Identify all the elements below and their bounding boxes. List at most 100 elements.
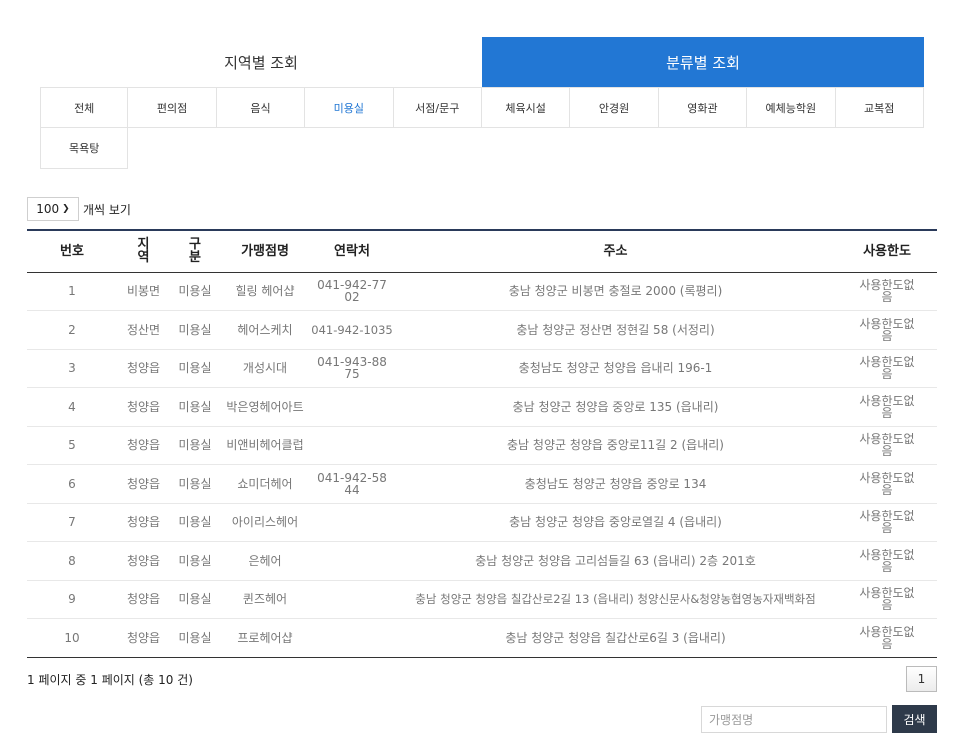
cell-no: 1 bbox=[27, 272, 117, 311]
cell-phone bbox=[310, 618, 394, 658]
cell-limit: 사용한도없음 bbox=[837, 503, 937, 542]
cell-no: 9 bbox=[27, 580, 117, 619]
cell-no: 4 bbox=[27, 387, 117, 427]
search-button[interactable]: 검색 bbox=[892, 705, 937, 733]
cell-merchant-name[interactable]: 헤어스케치 bbox=[220, 310, 310, 350]
cell-region: 청양읍 bbox=[117, 618, 170, 658]
cell-limit: 사용한도없음 bbox=[837, 349, 937, 388]
table-row: 8 청양읍 미용실 은헤어 충남 청양군 청양읍 고리섬들길 63 (읍내리) … bbox=[27, 541, 937, 581]
cell-merchant-name[interactable]: 비앤비헤어클럽 bbox=[220, 426, 310, 465]
table-row: 9 청양읍 미용실 퀸즈헤어 충남 청양군 청양읍 칠갑산로2길 13 (읍내리… bbox=[27, 580, 937, 619]
cell-no: 2 bbox=[27, 310, 117, 350]
cell-merchant-name[interactable]: 쇼미더헤어 bbox=[220, 464, 310, 504]
cell-no: 5 bbox=[27, 426, 117, 465]
cell-address: 충남 청양군 청양읍 칠갑산로2길 13 (읍내리) 청양신문사&청양농협영농자… bbox=[394, 580, 837, 619]
category-all[interactable]: 전체 bbox=[40, 87, 129, 128]
cell-merchant-name[interactable]: 프로헤어샵 bbox=[220, 618, 310, 658]
category-bathhouse[interactable]: 목욕탕 bbox=[40, 128, 129, 169]
page-size-select[interactable]: 100 ❯ bbox=[27, 197, 79, 221]
cell-region: 청양읍 bbox=[117, 503, 170, 542]
category-optician[interactable]: 안경원 bbox=[570, 87, 659, 128]
category-uniform-shop[interactable]: 교복점 bbox=[835, 87, 924, 128]
cell-kind: 미용실 bbox=[170, 310, 220, 350]
header-region: 지역 bbox=[117, 229, 170, 273]
header-name: 가맹점명 bbox=[220, 229, 310, 273]
cell-address: 충남 청양군 청양읍 중앙로 135 (읍내리) bbox=[394, 387, 837, 427]
header-phone: 연락처 bbox=[310, 229, 394, 273]
merchant-search-input[interactable] bbox=[701, 706, 887, 733]
cell-no: 6 bbox=[27, 464, 117, 504]
cell-merchant-name[interactable]: 박은영헤어아트 bbox=[220, 387, 310, 427]
table-row: 3 청양읍 미용실 개성시대 041-943-8875 충청남도 청양군 청양읍… bbox=[27, 349, 937, 388]
cell-region: 정산면 bbox=[117, 310, 170, 350]
cell-limit: 사용한도없음 bbox=[837, 618, 937, 658]
cell-limit: 사용한도없음 bbox=[837, 310, 937, 350]
cell-address: 충남 청양군 청양읍 중앙로열길 4 (읍내리) bbox=[394, 503, 837, 542]
cell-kind: 미용실 bbox=[170, 349, 220, 388]
header-limit: 사용한도 bbox=[837, 229, 937, 273]
cell-region: 청양읍 bbox=[117, 387, 170, 427]
table-row: 6 청양읍 미용실 쇼미더헤어 041-942-5844 충청남도 청양군 청양… bbox=[27, 464, 937, 504]
category-cinema[interactable]: 영화관 bbox=[658, 87, 748, 128]
tab-region-view[interactable]: 지역별 조회 bbox=[40, 37, 482, 87]
table-row: 4 청양읍 미용실 박은영헤어아트 충남 청양군 청양읍 중앙로 135 (읍내… bbox=[27, 387, 937, 427]
cell-no: 10 bbox=[27, 618, 117, 658]
cell-no: 7 bbox=[27, 503, 117, 542]
cell-phone bbox=[310, 503, 394, 542]
cell-limit: 사용한도없음 bbox=[837, 464, 937, 504]
cell-phone: 041-942-5844 bbox=[310, 464, 394, 504]
cell-phone bbox=[310, 580, 394, 619]
table-header-row: 번호 지역 구분 가맹점명 연락처 주소 사용한도 bbox=[27, 229, 937, 273]
cell-kind: 미용실 bbox=[170, 580, 220, 619]
page-size-value: 100 bbox=[36, 202, 60, 216]
table-row: 1 비봉면 미용실 힐링 헤어샵 041-942-7702 충남 청양군 비봉면… bbox=[27, 272, 937, 311]
cell-address: 충남 청양군 정산면 정현길 58 (서정리) bbox=[394, 310, 837, 350]
cell-no: 3 bbox=[27, 349, 117, 388]
cell-phone: 041-942-1035 bbox=[310, 310, 394, 350]
cell-kind: 미용실 bbox=[170, 503, 220, 542]
cell-address: 충청남도 청양군 청양읍 중앙로 134 bbox=[394, 464, 837, 504]
cell-region: 청양읍 bbox=[117, 349, 170, 388]
cell-merchant-name[interactable]: 은헤어 bbox=[220, 541, 310, 581]
cell-merchant-name[interactable]: 개성시대 bbox=[220, 349, 310, 388]
category-food[interactable]: 음식 bbox=[216, 87, 306, 128]
cell-no: 8 bbox=[27, 541, 117, 581]
chevron-down-icon: ❯ bbox=[62, 204, 70, 214]
cell-merchant-name[interactable]: 아이리스헤어 bbox=[220, 503, 310, 542]
category-grid: 전체 편의점 음식 미용실 서점/문구 체육시설 안경원 영화관 예체능학원 교… bbox=[40, 87, 924, 169]
cell-region: 비봉면 bbox=[117, 272, 170, 311]
cell-phone bbox=[310, 387, 394, 427]
cell-merchant-name[interactable]: 퀸즈헤어 bbox=[220, 580, 310, 619]
category-row: 목욕탕 bbox=[40, 128, 924, 169]
page-button[interactable]: 1 bbox=[906, 666, 937, 692]
table-row: 5 청양읍 미용실 비앤비헤어클럽 충남 청양군 청양읍 중앙로11길 2 (읍… bbox=[27, 426, 937, 465]
page-size-control: 100 ❯ 개씩 보기 bbox=[27, 197, 131, 221]
cell-phone: 041-942-7702 bbox=[310, 272, 394, 311]
view-tabs: 지역별 조회 분류별 조회 bbox=[40, 37, 924, 87]
cell-region: 청양읍 bbox=[117, 580, 170, 619]
cell-region: 청양읍 bbox=[117, 426, 170, 465]
merchant-table: 번호 지역 구분 가맹점명 연락처 주소 사용한도 1 비봉면 미용실 힐링 헤… bbox=[27, 229, 937, 658]
table-row: 2 정산면 미용실 헤어스케치 041-942-1035 충남 청양군 정산면 … bbox=[27, 310, 937, 350]
category-arts-academy[interactable]: 예체능학원 bbox=[747, 87, 836, 128]
cell-limit: 사용한도없음 bbox=[837, 272, 937, 311]
category-row: 전체 편의점 음식 미용실 서점/문구 체육시설 안경원 영화관 예체능학원 교… bbox=[40, 87, 924, 128]
cell-kind: 미용실 bbox=[170, 387, 220, 427]
category-bookstore-stationery[interactable]: 서점/문구 bbox=[393, 87, 482, 128]
cell-kind: 미용실 bbox=[170, 618, 220, 658]
cell-limit: 사용한도없음 bbox=[837, 426, 937, 465]
cell-region: 청양읍 bbox=[117, 541, 170, 581]
cell-phone bbox=[310, 426, 394, 465]
table-row: 7 청양읍 미용실 아이리스헤어 충남 청양군 청양읍 중앙로열길 4 (읍내리… bbox=[27, 503, 937, 542]
cell-limit: 사용한도없음 bbox=[837, 580, 937, 619]
table-row: 10 청양읍 미용실 프로헤어샵 충남 청양군 청양읍 칠갑산로6길 3 (읍내… bbox=[27, 618, 937, 658]
cell-region: 청양읍 bbox=[117, 464, 170, 504]
cell-merchant-name[interactable]: 힐링 헤어샵 bbox=[220, 272, 310, 311]
header-no: 번호 bbox=[27, 229, 117, 273]
page-size-label: 개씩 보기 bbox=[83, 202, 131, 217]
category-sports-facility[interactable]: 체육시설 bbox=[481, 87, 571, 128]
category-hair-salon[interactable]: 미용실 bbox=[305, 87, 394, 128]
tab-category-view[interactable]: 분류별 조회 bbox=[482, 37, 924, 87]
category-convenience-store[interactable]: 편의점 bbox=[128, 87, 217, 128]
cell-limit: 사용한도없음 bbox=[837, 387, 937, 427]
